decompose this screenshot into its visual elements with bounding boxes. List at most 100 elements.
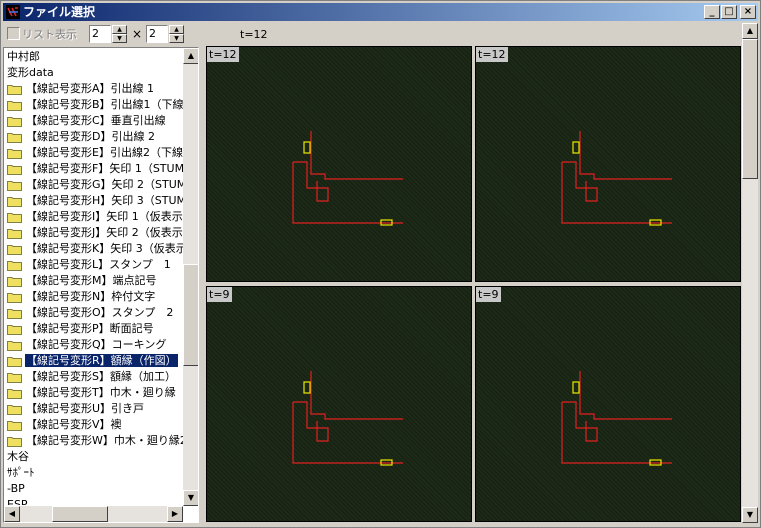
tree-folder-item[interactable]: 【線記号変形W】巾木・廻り縁2: [5, 433, 184, 449]
maximize-button[interactable]: □: [721, 5, 737, 19]
close-icon: ×: [743, 6, 753, 17]
tree-folder-item[interactable]: 【線記号変形G】矢印 2（STUMP）: [5, 177, 184, 193]
folder-icon: [7, 197, 22, 207]
tree-folder-item[interactable]: 【線記号変形N】枠付文字: [5, 289, 184, 305]
folder-icon: [7, 165, 22, 175]
tree-item-label: 【線記号変形B】引出線1（下線）: [26, 98, 184, 111]
tree-folder-item[interactable]: 【線記号変形T】巾木・廻り縁: [5, 385, 184, 401]
arrow-up-icon[interactable]: ▲: [112, 25, 127, 34]
columns-input[interactable]: 2: [89, 25, 111, 43]
tree-item-label: 【線記号変形R】額縁（作図）: [24, 353, 179, 368]
tree-folder-item[interactable]: 【線記号変形S】額縁（加工）: [5, 369, 184, 385]
marker-box: [303, 381, 311, 394]
t-label: t=12: [207, 47, 239, 62]
folder-icon: [7, 421, 22, 431]
tree-item-label: 【線記号変形O】スタンプ 2: [26, 306, 174, 319]
arrow-down-icon[interactable]: ▼: [742, 507, 758, 523]
tree-folder-item[interactable]: 【線記号変形P】断面記号: [5, 321, 184, 337]
list-view-checkbox[interactable]: [7, 27, 20, 40]
preview-panel[interactable]: t=12: [206, 46, 472, 282]
marker-box: [572, 141, 580, 154]
arrow-up-icon[interactable]: ▲: [169, 25, 184, 34]
arrow-down-icon[interactable]: ▼: [183, 490, 198, 506]
tree-folder-item[interactable]: 【線記号変形F】矢印 1（STUMP）: [5, 161, 184, 177]
tree-vscroll-thumb[interactable]: [183, 264, 198, 366]
tree-item-label: -BP: [7, 482, 25, 495]
tree-folder-item[interactable]: 【線記号変形I】矢印 1（仮表示）: [5, 209, 184, 225]
drawing-line: [292, 162, 403, 224]
arrow-right-icon[interactable]: ▶: [167, 506, 183, 522]
tree-folder-item[interactable]: 【線記号変形K】矢印 3（仮表示）: [5, 241, 184, 257]
folder-icon: [7, 213, 22, 223]
tree-folder-item[interactable]: 【線記号変形B】引出線1（下線）: [5, 97, 184, 113]
folder-icon: [7, 293, 22, 303]
rows-input[interactable]: 2: [146, 25, 168, 43]
preview-drawing: [292, 131, 403, 226]
t-label: t=9: [207, 287, 232, 302]
folder-icon: [7, 101, 22, 111]
tree-item-label: 【線記号変形I】矢印 1（仮表示）: [26, 210, 184, 223]
preview-vscroll-thumb[interactable]: [742, 39, 758, 179]
tree-horizontal-scrollbar[interactable]: ◀ ▶: [4, 506, 183, 522]
tree-folder-item[interactable]: 【線記号変形U】引き戸: [5, 401, 184, 417]
tree-folder-item[interactable]: 【線記号変形D】引出線 2: [5, 129, 184, 145]
tree-item[interactable]: ESP: [5, 497, 184, 505]
preview-vertical-scrollbar[interactable]: ▲ ▼: [742, 23, 758, 523]
tree-folder-item[interactable]: 【線記号変形L】スタンプ 1: [5, 257, 184, 273]
tree-folder-item[interactable]: 【線記号変形J】矢印 2（仮表示）: [5, 225, 184, 241]
drawing-line: [579, 371, 672, 420]
preview-panel[interactable]: t=12: [475, 46, 741, 282]
tree-item-label: 【線記号変形L】スタンプ 1: [26, 258, 171, 271]
arrow-up-icon[interactable]: ▲: [742, 23, 758, 39]
tree-vertical-scrollbar[interactable]: ▲ ▼: [183, 48, 198, 506]
tree-folder-item[interactable]: 【線記号変形R】額縁（作図）: [5, 353, 184, 369]
tree-folder-item[interactable]: 【線記号変形C】垂直引出線: [5, 113, 184, 129]
tree-item-label: 【線記号変形C】垂直引出線: [26, 114, 166, 127]
tree-item[interactable]: -BP: [5, 481, 184, 497]
tree-item[interactable]: ｻﾎﾟｰﾄ: [5, 465, 184, 481]
drawing-line: [561, 402, 672, 464]
folder-icon: [7, 117, 22, 127]
tree-hscroll-thumb[interactable]: [52, 506, 108, 522]
folder-icon: [7, 149, 22, 159]
tree-item-label: 【線記号変形M】端点記号: [26, 274, 157, 287]
tree-folder-item[interactable]: 【線記号変形V】襖: [5, 417, 184, 433]
tree-item-label: 【線記号変形D】引出線 2: [26, 130, 155, 143]
folder-tree[interactable]: 中村郎 変形data 【線記号変形A】引出線 1 【線記号変形B】引出線1（下線） 【線…: [3, 47, 199, 523]
arrow-left-icon[interactable]: ◀: [4, 506, 20, 522]
minimize-button[interactable]: _: [704, 5, 720, 19]
tree-folder-item[interactable]: 【線記号変形H】矢印 3（STUMP）: [5, 193, 184, 209]
preview-drawing: [561, 371, 672, 466]
arrow-up-icon[interactable]: ▲: [183, 48, 198, 64]
tree-folder-item[interactable]: 【線記号変形A】引出線 1: [5, 81, 184, 97]
title-bar[interactable]: ファイル選択 _ □ ×: [3, 3, 758, 21]
arrow-down-icon[interactable]: ▼: [169, 34, 184, 43]
tree-item-label: 【線記号変形P】断面記号: [26, 322, 154, 335]
tree-rows: 中村郎 変形data 【線記号変形A】引出線 1 【線記号変形B】引出線1（下線） 【線…: [5, 49, 184, 505]
tree-folder-item[interactable]: 【線記号変形M】端点記号: [5, 273, 184, 289]
preview-panel[interactable]: t=9: [475, 286, 741, 522]
folder-icon: [7, 309, 22, 319]
folder-icon: [7, 181, 22, 191]
folder-icon: [7, 261, 22, 271]
tree-item[interactable]: 中村郎: [5, 49, 184, 65]
tree-folder-item[interactable]: 【線記号変形Q】コーキング: [5, 337, 184, 353]
t-label: t=12: [476, 47, 508, 62]
arrow-down-icon[interactable]: ▼: [112, 34, 127, 43]
folder-icon: [7, 277, 22, 287]
rows-spinner[interactable]: ▲ ▼: [169, 25, 184, 43]
columns-spinner[interactable]: ▲ ▼: [112, 25, 127, 43]
maximize-icon: □: [724, 6, 734, 17]
tree-item-label: 【線記号変形H】矢印 3（STUMP）: [26, 194, 184, 207]
tree-item[interactable]: 変形data: [5, 65, 184, 81]
close-button[interactable]: ×: [740, 5, 756, 19]
tree-item[interactable]: 木谷: [5, 449, 184, 465]
tree-item-label: ｻﾎﾟｰﾄ: [7, 466, 35, 479]
preview-panel[interactable]: t=9: [206, 286, 472, 522]
list-view-label: リスト表示: [22, 28, 77, 41]
drawing-line: [310, 131, 403, 180]
tree-folder-item[interactable]: 【線記号変形E】引出線2（下線）: [5, 145, 184, 161]
tree-folder-item[interactable]: 【線記号変形O】スタンプ 2: [5, 305, 184, 321]
tree-item-label: 【線記号変形S】額縁（加工）: [26, 370, 176, 383]
t-label: t=9: [476, 287, 501, 302]
